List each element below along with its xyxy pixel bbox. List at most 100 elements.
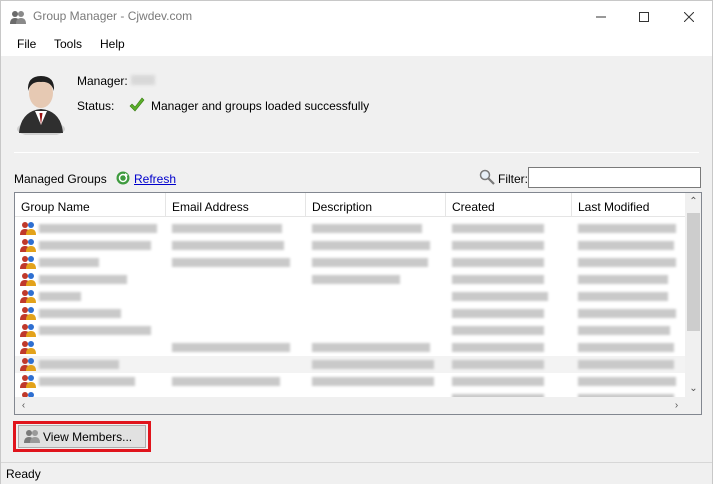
scroll-down-icon[interactable]: ⌄ xyxy=(685,380,701,397)
table-row[interactable] xyxy=(15,254,685,271)
table-row[interactable] xyxy=(15,288,685,305)
redacted-cell xyxy=(39,258,99,267)
redacted-cell xyxy=(312,343,430,352)
vertical-scrollbar[interactable]: ⌃ ⌄ xyxy=(685,193,701,397)
table-row[interactable] xyxy=(15,220,685,237)
redacted-cell xyxy=(312,224,422,233)
redacted-cell xyxy=(39,241,151,250)
groups-list[interactable]: Group Name Email Address Description Cre… xyxy=(14,192,702,415)
table-row[interactable] xyxy=(15,271,685,288)
redacted-cell xyxy=(578,309,676,318)
redacted-cell xyxy=(312,377,434,386)
redacted-cell xyxy=(172,241,284,250)
redacted-cell xyxy=(452,360,544,369)
table-row[interactable] xyxy=(15,237,685,254)
window-title: Group Manager - Cjwdev.com xyxy=(33,9,193,23)
column-created[interactable]: Created xyxy=(446,193,572,217)
check-icon xyxy=(129,97,145,112)
redacted-cell xyxy=(39,360,119,369)
redacted-cell xyxy=(39,377,135,386)
group-icon xyxy=(20,341,36,354)
title-bar: Group Manager - Cjwdev.com xyxy=(1,1,712,32)
column-email-address[interactable]: Email Address xyxy=(166,193,306,217)
redacted-cell xyxy=(578,224,676,233)
redacted-cell xyxy=(172,377,280,386)
redacted-cell xyxy=(39,309,121,318)
refresh-icon[interactable] xyxy=(116,171,130,185)
horizontal-scrollbar[interactable]: ‹ › xyxy=(15,397,685,414)
redacted-cell xyxy=(452,326,544,335)
redacted-cell xyxy=(39,275,127,284)
group-icon xyxy=(20,307,36,320)
table-row[interactable] xyxy=(15,373,685,390)
separator xyxy=(14,152,699,153)
redacted-cell xyxy=(578,326,670,335)
status-bar-text: Ready xyxy=(6,467,41,481)
menu-help[interactable]: Help xyxy=(100,37,125,51)
redacted-cell xyxy=(39,326,151,335)
group-members-icon xyxy=(24,430,40,443)
scroll-left-icon[interactable]: ‹ xyxy=(15,397,32,414)
group-manager-icon xyxy=(10,11,26,24)
close-button[interactable] xyxy=(666,1,712,32)
redacted-cell xyxy=(578,275,668,284)
menu-file[interactable]: File xyxy=(17,37,36,51)
group-icon xyxy=(20,239,36,252)
refresh-link[interactable]: Refresh xyxy=(134,172,176,186)
group-icon xyxy=(20,256,36,269)
status-message: Manager and groups loaded successfully xyxy=(151,99,370,113)
redacted-cell xyxy=(452,309,544,318)
redacted-cell xyxy=(452,292,548,301)
scroll-up-icon[interactable]: ⌃ xyxy=(685,193,701,210)
table-row[interactable] xyxy=(15,322,685,339)
list-header: Group Name Email Address Description Cre… xyxy=(15,193,685,217)
app-window: Group Manager - Cjwdev.com File Tools He… xyxy=(0,0,713,484)
redacted-cell xyxy=(312,258,428,267)
status-bar: Ready xyxy=(1,462,712,484)
group-icon xyxy=(20,290,36,303)
redacted-cell xyxy=(578,292,668,301)
manager-avatar xyxy=(17,76,65,135)
redacted-cell xyxy=(578,360,674,369)
managed-groups-label: Managed Groups xyxy=(14,172,107,186)
redacted-cell xyxy=(578,241,674,250)
filter-input[interactable] xyxy=(528,167,701,188)
scroll-right-icon[interactable]: › xyxy=(668,397,685,414)
status-label: Status: xyxy=(77,99,115,113)
redacted-cell xyxy=(312,275,400,284)
group-icon xyxy=(20,222,36,235)
redacted-cell xyxy=(172,224,282,233)
redacted-cell xyxy=(312,360,434,369)
search-icon xyxy=(479,169,495,185)
redacted-cell xyxy=(578,258,676,267)
column-last-modified[interactable]: Last Modified xyxy=(572,193,685,217)
redacted-cell xyxy=(39,224,157,233)
redacted-cell xyxy=(452,377,544,386)
menu-tools[interactable]: Tools xyxy=(54,37,82,51)
redacted-cell xyxy=(452,343,544,352)
close-icon xyxy=(684,11,694,22)
minimize-button[interactable] xyxy=(578,1,624,32)
redacted-cell xyxy=(39,292,81,301)
redacted-cell xyxy=(452,224,544,233)
view-members-label: View Members... xyxy=(43,429,133,444)
group-icon xyxy=(20,358,36,371)
table-row[interactable] xyxy=(15,356,685,373)
manager-name-redacted xyxy=(131,75,155,85)
redacted-cell xyxy=(172,258,290,267)
redacted-cell xyxy=(578,377,676,386)
column-description[interactable]: Description xyxy=(306,193,446,217)
table-row[interactable] xyxy=(15,305,685,322)
maximize-icon xyxy=(639,11,649,22)
menu-bar: File Tools Help xyxy=(1,32,712,56)
group-icon xyxy=(20,324,36,337)
table-row[interactable] xyxy=(15,339,685,356)
redacted-cell xyxy=(452,258,544,267)
filter-label: Filter: xyxy=(498,172,528,186)
group-icon xyxy=(20,375,36,388)
view-members-button[interactable]: View Members... xyxy=(18,425,146,448)
column-group-name[interactable]: Group Name xyxy=(15,193,166,217)
scroll-corner xyxy=(685,397,701,414)
scroll-thumb[interactable] xyxy=(687,213,700,331)
maximize-button[interactable] xyxy=(621,1,667,32)
